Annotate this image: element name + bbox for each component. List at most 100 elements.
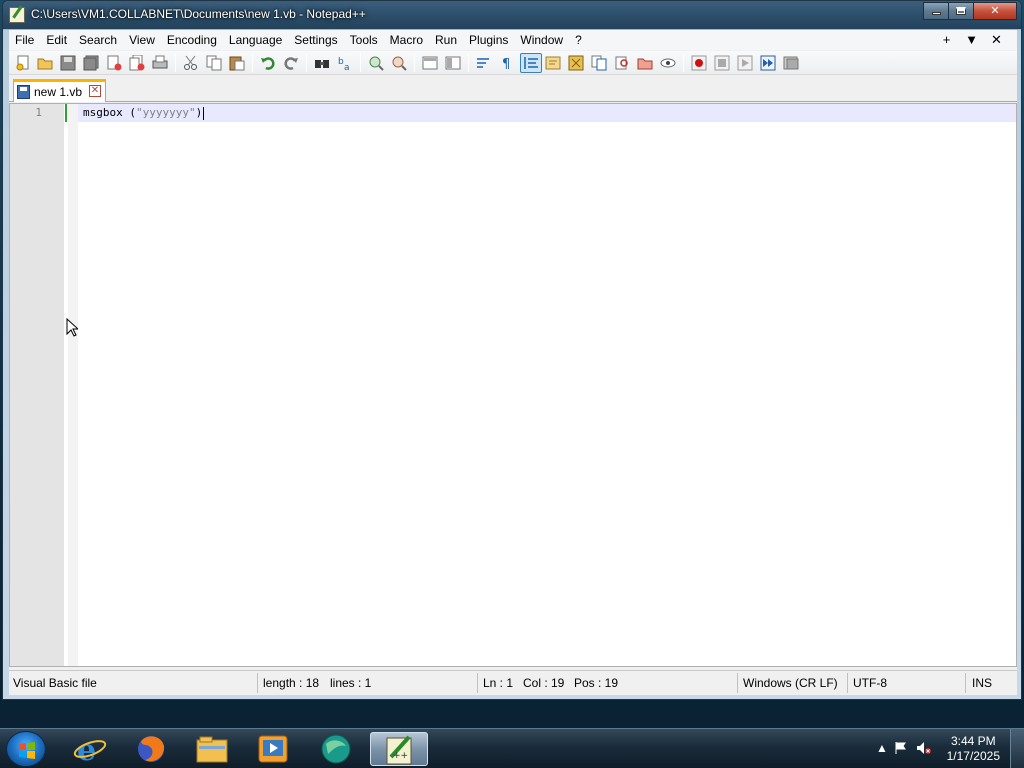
user-defined-language-icon[interactable] xyxy=(545,55,561,71)
monitoring-eye-icon[interactable] xyxy=(660,55,676,71)
toolbar: ba ¶ xyxy=(9,51,1017,75)
show-desktop-button[interactable] xyxy=(1010,729,1024,768)
menu-search[interactable]: Search xyxy=(73,30,123,50)
status-encoding[interactable]: UTF-8 xyxy=(853,676,887,690)
fold-margin[interactable] xyxy=(68,104,78,666)
replace-icon[interactable]: ba xyxy=(337,55,353,73)
firefox-icon[interactable] xyxy=(133,732,169,766)
status-lines: lines : 1 xyxy=(330,676,372,690)
save-macro-icon[interactable] xyxy=(783,55,799,71)
menu-window[interactable]: Window xyxy=(514,30,569,50)
menu-plugins[interactable]: Plugins xyxy=(463,30,514,50)
notepad-plus-plus-icon[interactable] xyxy=(9,7,25,23)
menu-bar: File Edit Search View Encoding Language … xyxy=(9,30,1017,50)
run-macro-multiple-icon[interactable] xyxy=(760,55,776,71)
title-bar[interactable]: C:\Users\VM1.COLLABNET\Documents\new 1.v… xyxy=(3,1,1021,29)
menu-help[interactable]: ? xyxy=(569,30,588,50)
show-all-characters-icon[interactable]: ¶ xyxy=(499,55,515,72)
copy-icon[interactable] xyxy=(206,55,222,71)
menu-language[interactable]: Language xyxy=(223,30,288,50)
redo-icon[interactable] xyxy=(283,55,299,71)
status-eol[interactable]: Windows (CR LF) xyxy=(743,676,838,690)
system-tray: ▲ 3:44 PM 1/17/2025 xyxy=(864,729,1024,768)
show-hidden-icons-icon[interactable]: ▲ xyxy=(876,741,888,755)
indent-guide-icon[interactable] xyxy=(520,53,542,73)
notepad-window: C:\Users\VM1.COLLABNET\Documents\new 1.v… xyxy=(2,0,1022,700)
editor-area[interactable]: 1 msgbox ("yyyyyyy") xyxy=(9,103,1017,667)
status-language: Visual Basic file xyxy=(13,676,97,690)
close-icon: ✕ xyxy=(990,5,1000,17)
action-center-flag-icon[interactable] xyxy=(894,741,908,758)
menubar-right-controls: + ▼ ✕ xyxy=(934,30,1009,50)
media-player-icon[interactable] xyxy=(255,732,291,766)
menu-macro[interactable]: Macro xyxy=(384,30,429,50)
mouse-pointer-icon xyxy=(66,317,80,338)
code-close-paren: ) xyxy=(195,106,203,119)
code-open-paren: ( xyxy=(122,106,136,119)
status-separator xyxy=(847,673,848,693)
file-explorer-icon[interactable] xyxy=(194,732,230,766)
stop-recording-icon[interactable] xyxy=(714,55,730,71)
new-tab-plus-icon[interactable]: + xyxy=(934,30,959,50)
windows-logo-icon xyxy=(19,742,35,759)
start-button[interactable] xyxy=(6,731,46,767)
line-number-gutter: 1 xyxy=(10,104,64,666)
change-history-marker xyxy=(65,104,67,122)
status-bar: Visual Basic file length : 18 lines : 1 … xyxy=(9,670,1017,694)
open-file-icon[interactable] xyxy=(37,55,53,71)
paste-icon[interactable] xyxy=(229,55,245,71)
record-macro-icon[interactable] xyxy=(691,55,707,71)
tab-new-1-vb[interactable]: new 1.vb ✕ xyxy=(13,79,106,102)
save-icon[interactable] xyxy=(60,55,76,71)
sync-horizontal-icon[interactable] xyxy=(445,55,461,71)
globe-browser-icon[interactable] xyxy=(318,732,354,766)
folder-icon[interactable] xyxy=(637,55,653,71)
notepad-plus-plus-taskbar-icon[interactable]: ++ xyxy=(370,732,428,766)
find-icon[interactable] xyxy=(314,55,330,71)
toolbar-separator xyxy=(360,54,361,72)
close-file-icon[interactable] xyxy=(106,55,122,71)
close-button[interactable]: ✕ xyxy=(973,2,1017,20)
internet-explorer-icon[interactable]: e xyxy=(72,732,108,768)
menu-encoding[interactable]: Encoding xyxy=(161,30,223,50)
function-list-icon[interactable] xyxy=(591,55,607,71)
status-insert-mode[interactable]: INS xyxy=(972,676,992,690)
volume-muted-icon[interactable] xyxy=(916,741,932,758)
folder-as-workspace-icon[interactable] xyxy=(614,55,630,71)
menu-run[interactable]: Run xyxy=(429,30,463,50)
menu-edit[interactable]: Edit xyxy=(40,30,73,50)
save-all-icon[interactable] xyxy=(83,55,99,71)
status-separator xyxy=(257,673,258,693)
undo-icon[interactable] xyxy=(260,55,276,71)
maximize-button[interactable] xyxy=(948,2,974,20)
code-keyword: msgbox xyxy=(83,106,123,119)
svg-text:a: a xyxy=(344,63,350,71)
menu-tools[interactable]: Tools xyxy=(344,30,384,50)
toolbar-separator xyxy=(414,54,415,72)
word-wrap-icon[interactable] xyxy=(476,55,492,71)
menu-settings[interactable]: Settings xyxy=(288,30,343,50)
status-length: length : 18 xyxy=(263,676,320,690)
tab-list-chevron-icon[interactable]: ▼ xyxy=(959,30,984,50)
close-all-icon[interactable] xyxy=(129,54,145,71)
cut-icon[interactable] xyxy=(183,55,199,71)
print-icon[interactable] xyxy=(152,55,168,71)
minimize-button[interactable] xyxy=(923,2,949,20)
menu-file[interactable]: File xyxy=(9,30,40,50)
document-map-icon[interactable] xyxy=(568,55,584,71)
zoom-in-icon[interactable] xyxy=(368,55,384,71)
system-clock[interactable]: 3:44 PM 1/17/2025 xyxy=(947,734,1000,764)
status-col: Col : 19 xyxy=(523,676,565,690)
status-separator xyxy=(965,673,966,693)
playback-macro-icon[interactable] xyxy=(737,55,753,71)
code-line[interactable]: msgbox ("yyyyyyy") xyxy=(83,106,205,120)
svg-text:e: e xyxy=(77,733,96,766)
sync-vertical-icon[interactable] xyxy=(422,55,438,71)
close-document-icon[interactable]: ✕ xyxy=(984,30,1009,50)
svg-text:¶: ¶ xyxy=(502,57,510,71)
tab-close-icon[interactable]: ✕ xyxy=(89,85,101,97)
new-file-icon[interactable] xyxy=(15,55,31,71)
menu-view[interactable]: View xyxy=(123,30,161,50)
zoom-out-icon[interactable] xyxy=(391,55,407,71)
tab-bar: new 1.vb ✕ xyxy=(9,76,1017,102)
